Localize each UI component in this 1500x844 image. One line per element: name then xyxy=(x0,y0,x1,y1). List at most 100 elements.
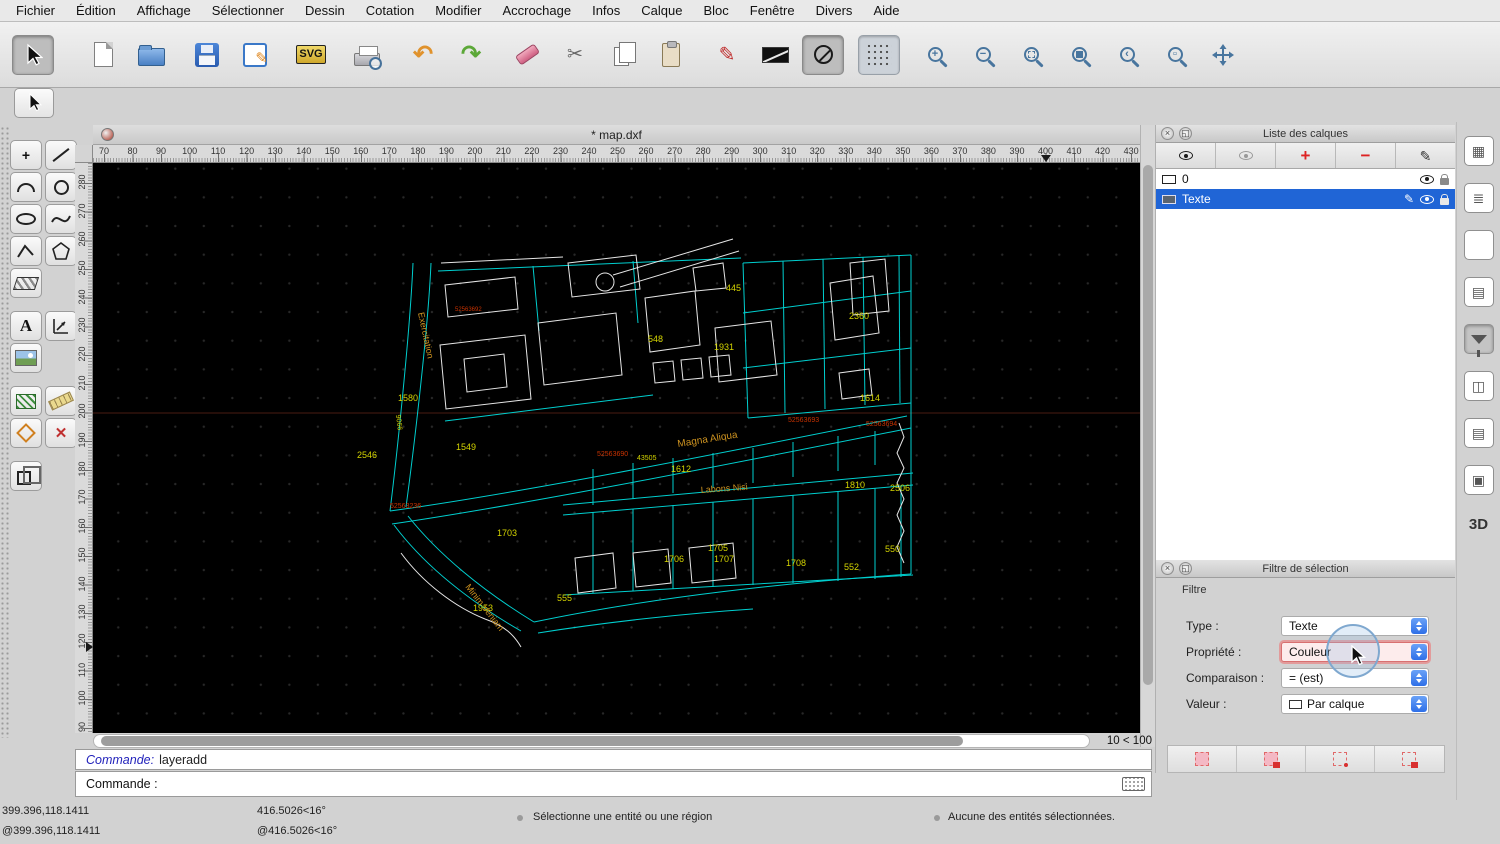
line-sample-button[interactable] xyxy=(754,35,796,75)
map-label: 9066 xyxy=(394,414,403,430)
block-list-panel-button[interactable]: ▦ xyxy=(1463,136,1494,166)
layer-visible-icon[interactable] xyxy=(1420,174,1434,184)
menu-item[interactable]: Aide xyxy=(873,3,899,18)
undo-button[interactable]: ↶ xyxy=(402,35,444,75)
layer-lock-icon[interactable] xyxy=(1440,173,1449,185)
drawing-canvas[interactable]: 445 2360 548 1931 1614 1580 2546 1549 43505 1612 1… xyxy=(93,163,1140,733)
command-input[interactable] xyxy=(163,776,1122,792)
vertical-scrollbar-thumb[interactable] xyxy=(1143,165,1153,685)
menu-item[interactable]: Modifier xyxy=(435,3,481,18)
menu-item[interactable]: Bloc xyxy=(703,3,728,18)
layer-name[interactable]: Texte xyxy=(1182,192,1211,206)
layer-lock-icon[interactable] xyxy=(1440,193,1449,205)
remove-from-selection-button[interactable] xyxy=(1306,745,1376,772)
vertical-scrollbar[interactable] xyxy=(1140,125,1155,747)
shape-tool[interactable] xyxy=(10,418,42,448)
dimension-tool[interactable] xyxy=(45,311,77,341)
pan-button[interactable] xyxy=(1202,35,1244,75)
paste-button[interactable] xyxy=(650,35,692,75)
menu-item[interactable]: Calque xyxy=(641,3,682,18)
detach-panel-icon[interactable]: ◱ xyxy=(1179,127,1192,140)
snap-tool[interactable]: ✕ xyxy=(45,418,77,448)
hatch-tool[interactable] xyxy=(10,386,42,416)
zoom-selection-button[interactable] xyxy=(1058,35,1100,75)
layer-row-selected[interactable]: Texte ✎ xyxy=(1156,189,1455,209)
current-tool-button[interactable] xyxy=(14,88,54,118)
delete-button[interactable] xyxy=(506,35,548,75)
horizontal-scrollbar-thumb[interactable] xyxy=(101,736,963,746)
ruler-label: 180 xyxy=(410,146,426,156)
close-icon[interactable]: × xyxy=(1161,562,1174,575)
layer-row[interactable]: 0 xyxy=(1156,169,1455,189)
library-panel-button[interactable] xyxy=(1463,230,1494,260)
menu-item[interactable]: Divers xyxy=(816,3,853,18)
menu-item[interactable]: Sélectionner xyxy=(212,3,284,18)
menu-item[interactable]: Accrochage xyxy=(502,3,571,18)
hide-all-layers-button[interactable] xyxy=(1216,143,1276,168)
pen-icon[interactable]: ✎ xyxy=(1404,193,1414,205)
selection-pointer-button[interactable] xyxy=(12,34,54,75)
close-icon[interactable]: × xyxy=(1161,127,1174,140)
layer-name[interactable]: 0 xyxy=(1182,172,1189,186)
auto-zoom-button[interactable] xyxy=(1010,35,1052,75)
menu-item[interactable]: Cotation xyxy=(366,3,414,18)
edit-document-button[interactable] xyxy=(234,35,276,75)
clipboard-panel-button[interactable]: ▣ xyxy=(1463,465,1494,495)
menu-item[interactable]: Dessin xyxy=(305,3,345,18)
redo-button[interactable]: ↷ xyxy=(450,35,492,75)
previous-view-button[interactable]: ‹ xyxy=(1106,35,1148,75)
menu-item[interactable]: Fichier xyxy=(16,3,55,18)
circle-tool[interactable] xyxy=(45,172,77,202)
box-3d-tool[interactable] xyxy=(10,461,42,491)
add-layer-button[interactable]: + xyxy=(1276,143,1336,168)
print-preview-button[interactable] xyxy=(346,35,388,75)
keyboard-icon[interactable] xyxy=(1122,777,1145,791)
measure-tool[interactable] xyxy=(45,386,77,416)
zoom-in-button[interactable]: + xyxy=(914,35,956,75)
command-widget-panel-button[interactable]: ▤ xyxy=(1463,418,1494,448)
text-tool[interactable]: A xyxy=(10,311,42,341)
remove-layer-button[interactable]: − xyxy=(1336,143,1396,168)
arc-tool[interactable] xyxy=(10,172,42,202)
point-tool[interactable]: + xyxy=(10,140,42,170)
ellipse-tool[interactable] xyxy=(10,204,42,234)
command-line[interactable]: Commande : xyxy=(75,771,1152,797)
zoom-window-button[interactable]: ▫ xyxy=(1154,35,1196,75)
polygon-tool[interactable] xyxy=(45,236,77,266)
zoom-out-button[interactable]: − xyxy=(962,35,1004,75)
cut-button[interactable]: ✂ xyxy=(554,35,596,75)
selection-filter-panel-button[interactable] xyxy=(1463,324,1494,357)
menu-item[interactable]: Infos xyxy=(592,3,620,18)
svg-export-button[interactable]: SVG xyxy=(290,35,332,75)
intersect-selection-button[interactable] xyxy=(1375,746,1443,772)
select-all-matching-button[interactable] xyxy=(1168,745,1237,772)
copy-button[interactable] xyxy=(602,35,644,75)
palette-grip[interactable] xyxy=(0,126,9,738)
list-panel-button[interactable]: ▤ xyxy=(1463,277,1494,307)
detach-panel-icon[interactable]: ◱ xyxy=(1179,562,1192,575)
show-all-layers-button[interactable] xyxy=(1156,143,1216,168)
image-tool[interactable] xyxy=(10,343,42,373)
open-document-button[interactable] xyxy=(130,35,172,75)
layer-visible-icon[interactable] xyxy=(1420,194,1434,204)
value-select[interactable]: Par calque xyxy=(1281,694,1429,714)
menu-item[interactable]: Édition xyxy=(76,3,116,18)
map-label: 43505 xyxy=(637,455,657,462)
grid-toggle-button[interactable] xyxy=(858,34,900,75)
polyline-tool[interactable] xyxy=(10,236,42,266)
new-document-button[interactable] xyxy=(82,35,124,75)
selection-rectangle-tool[interactable] xyxy=(10,268,42,298)
property-editor-panel-button[interactable]: ◫ xyxy=(1463,371,1494,401)
add-to-selection-button[interactable] xyxy=(1237,745,1306,772)
spline-tool[interactable] xyxy=(45,204,77,234)
no-fill-toggle-button[interactable] xyxy=(802,34,844,75)
line-tool[interactable] xyxy=(45,140,77,170)
save-document-button[interactable] xyxy=(186,35,228,75)
selection-info: Aucune des entités sélectionnées. xyxy=(948,811,1115,823)
menu-item[interactable]: Fenêtre xyxy=(750,3,795,18)
layer-list-panel-button[interactable]: ≣ xyxy=(1463,183,1494,213)
menu-item[interactable]: Affichage xyxy=(137,3,191,18)
horizontal-scrollbar[interactable] xyxy=(93,734,1090,748)
property-pen-button[interactable]: ✎ xyxy=(706,35,748,75)
edit-layer-button[interactable]: ✎ xyxy=(1396,143,1455,168)
